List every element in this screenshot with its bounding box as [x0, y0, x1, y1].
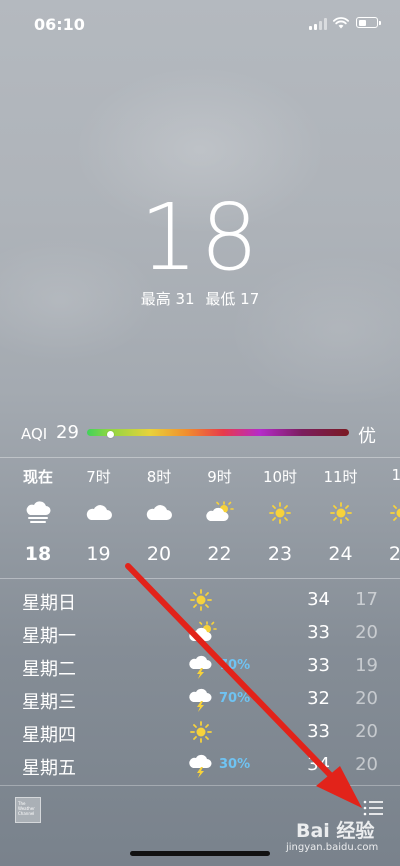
- aqi-value: 29: [56, 422, 79, 443]
- hour-label: 现在: [22, 468, 53, 486]
- day-low: 20: [355, 688, 378, 709]
- hour-label: 8时: [146, 468, 172, 486]
- hourly-item: 现在 18: [8, 458, 68, 578]
- daily-row: 星期日 34 17: [0, 584, 400, 617]
- day-high: 34: [307, 589, 330, 610]
- precip-chance: 30%: [219, 757, 251, 772]
- hour-temperature: 18: [24, 543, 52, 565]
- low-temperature: 最低 17: [205, 290, 260, 308]
- hour-temperature: 20: [146, 543, 172, 565]
- hour-label: 12: [391, 466, 400, 484]
- daily-row: 星期五 30% 34 20: [0, 749, 400, 782]
- sun-icon: [188, 720, 214, 744]
- weather-channel-logo[interactable]: The Weather Channel: [15, 797, 41, 823]
- hour-temperature: 23: [267, 543, 293, 565]
- baidu-jingyan-watermark: Bai 经验 jingyan.baidu.com: [282, 812, 392, 862]
- divider: [0, 785, 400, 786]
- day-high: 33: [307, 655, 330, 676]
- high-temperature: 最高 31: [140, 290, 195, 308]
- wifi-icon: [333, 17, 349, 29]
- day-name: 星期五: [22, 758, 76, 779]
- precip-chance: 70%: [219, 658, 251, 673]
- watermark-url: jingyan.baidu.com: [286, 842, 379, 853]
- thunderstorm-icon: [188, 687, 214, 712]
- hourly-item: 9时 22: [190, 458, 250, 578]
- hourly-item: 12 26: [371, 458, 400, 578]
- sun-icon: [265, 501, 295, 525]
- aqi-row[interactable]: AQI 29 优: [0, 421, 400, 447]
- aqi-scale-bar: [87, 429, 349, 438]
- hour-temperature: 26: [388, 543, 400, 565]
- hourly-item: 10时 23: [250, 458, 310, 578]
- day-high: 33: [307, 721, 330, 742]
- hourly-item: 11时 24: [311, 458, 371, 578]
- hour-label: 9时: [207, 468, 232, 486]
- cloud-icon: [84, 501, 114, 525]
- day-low: 20: [355, 622, 378, 643]
- day-name: 星期一: [22, 626, 76, 647]
- status-time: 06:10: [34, 15, 85, 34]
- aqi-level-marker: [107, 431, 115, 438]
- daily-row: 星期四 33 20: [0, 716, 400, 749]
- day-high: 33: [307, 622, 330, 643]
- aqi-label: AQI: [21, 425, 48, 443]
- hourly-item: 7时 19: [69, 458, 129, 578]
- partly-sunny-icon: [188, 621, 217, 645]
- day-low: 17: [355, 589, 378, 610]
- aqi-category: 优: [358, 426, 376, 447]
- hour-label: 10时: [262, 468, 298, 486]
- sun-icon: [188, 588, 214, 612]
- battery-icon: [356, 17, 381, 28]
- daily-row: 星期二 70% 33 19: [0, 650, 400, 683]
- watermark-brand: Bai 经验: [296, 820, 375, 842]
- day-low: 20: [355, 721, 378, 742]
- hour-temperature: 19: [86, 543, 111, 565]
- home-indicator[interactable]: [130, 851, 270, 856]
- day-high: 34: [307, 754, 330, 775]
- hourly-item: 8时 20: [129, 458, 189, 578]
- partly-sunny-icon: [205, 501, 235, 525]
- day-low: 20: [355, 754, 378, 775]
- status-bar: 06:10: [0, 0, 400, 48]
- daily-forecast[interactable]: 星期日 34 17 星期一 33 20 星期二 70% 33 19 星期三 70% 32 20 星期四 33 2…: [0, 584, 400, 782]
- thunderstorm-icon: [188, 753, 214, 778]
- fog-icon: [23, 501, 53, 525]
- sun-icon: [386, 501, 400, 525]
- day-name: 星期四: [22, 725, 76, 746]
- current-temperature: 18: [139, 184, 261, 291]
- cloud-icon: [144, 501, 174, 525]
- cellular-signal-icon: [309, 18, 327, 30]
- thunderstorm-icon: [188, 654, 214, 679]
- hour-label: 7时: [86, 468, 111, 486]
- hour-temperature: 24: [328, 543, 353, 565]
- daily-row: 星期一 33 20: [0, 617, 400, 650]
- day-low: 19: [355, 655, 378, 676]
- high-low-temperature: 最高 31 最低 17: [0, 288, 400, 309]
- divider: [0, 578, 400, 579]
- hour-label: 11时: [323, 468, 358, 486]
- day-name: 星期日: [22, 593, 76, 614]
- precip-chance: 70%: [219, 691, 251, 706]
- day-name: 星期三: [22, 692, 76, 713]
- sun-icon: [326, 501, 356, 525]
- day-name: 星期二: [22, 659, 76, 680]
- day-high: 32: [307, 688, 330, 709]
- daily-row: 星期三 70% 32 20: [0, 683, 400, 716]
- hour-temperature: 22: [207, 543, 232, 565]
- hourly-forecast[interactable]: 现在 18 7时 19 8时 20 9时 22 10时 23 11时 24 12 26: [0, 458, 400, 578]
